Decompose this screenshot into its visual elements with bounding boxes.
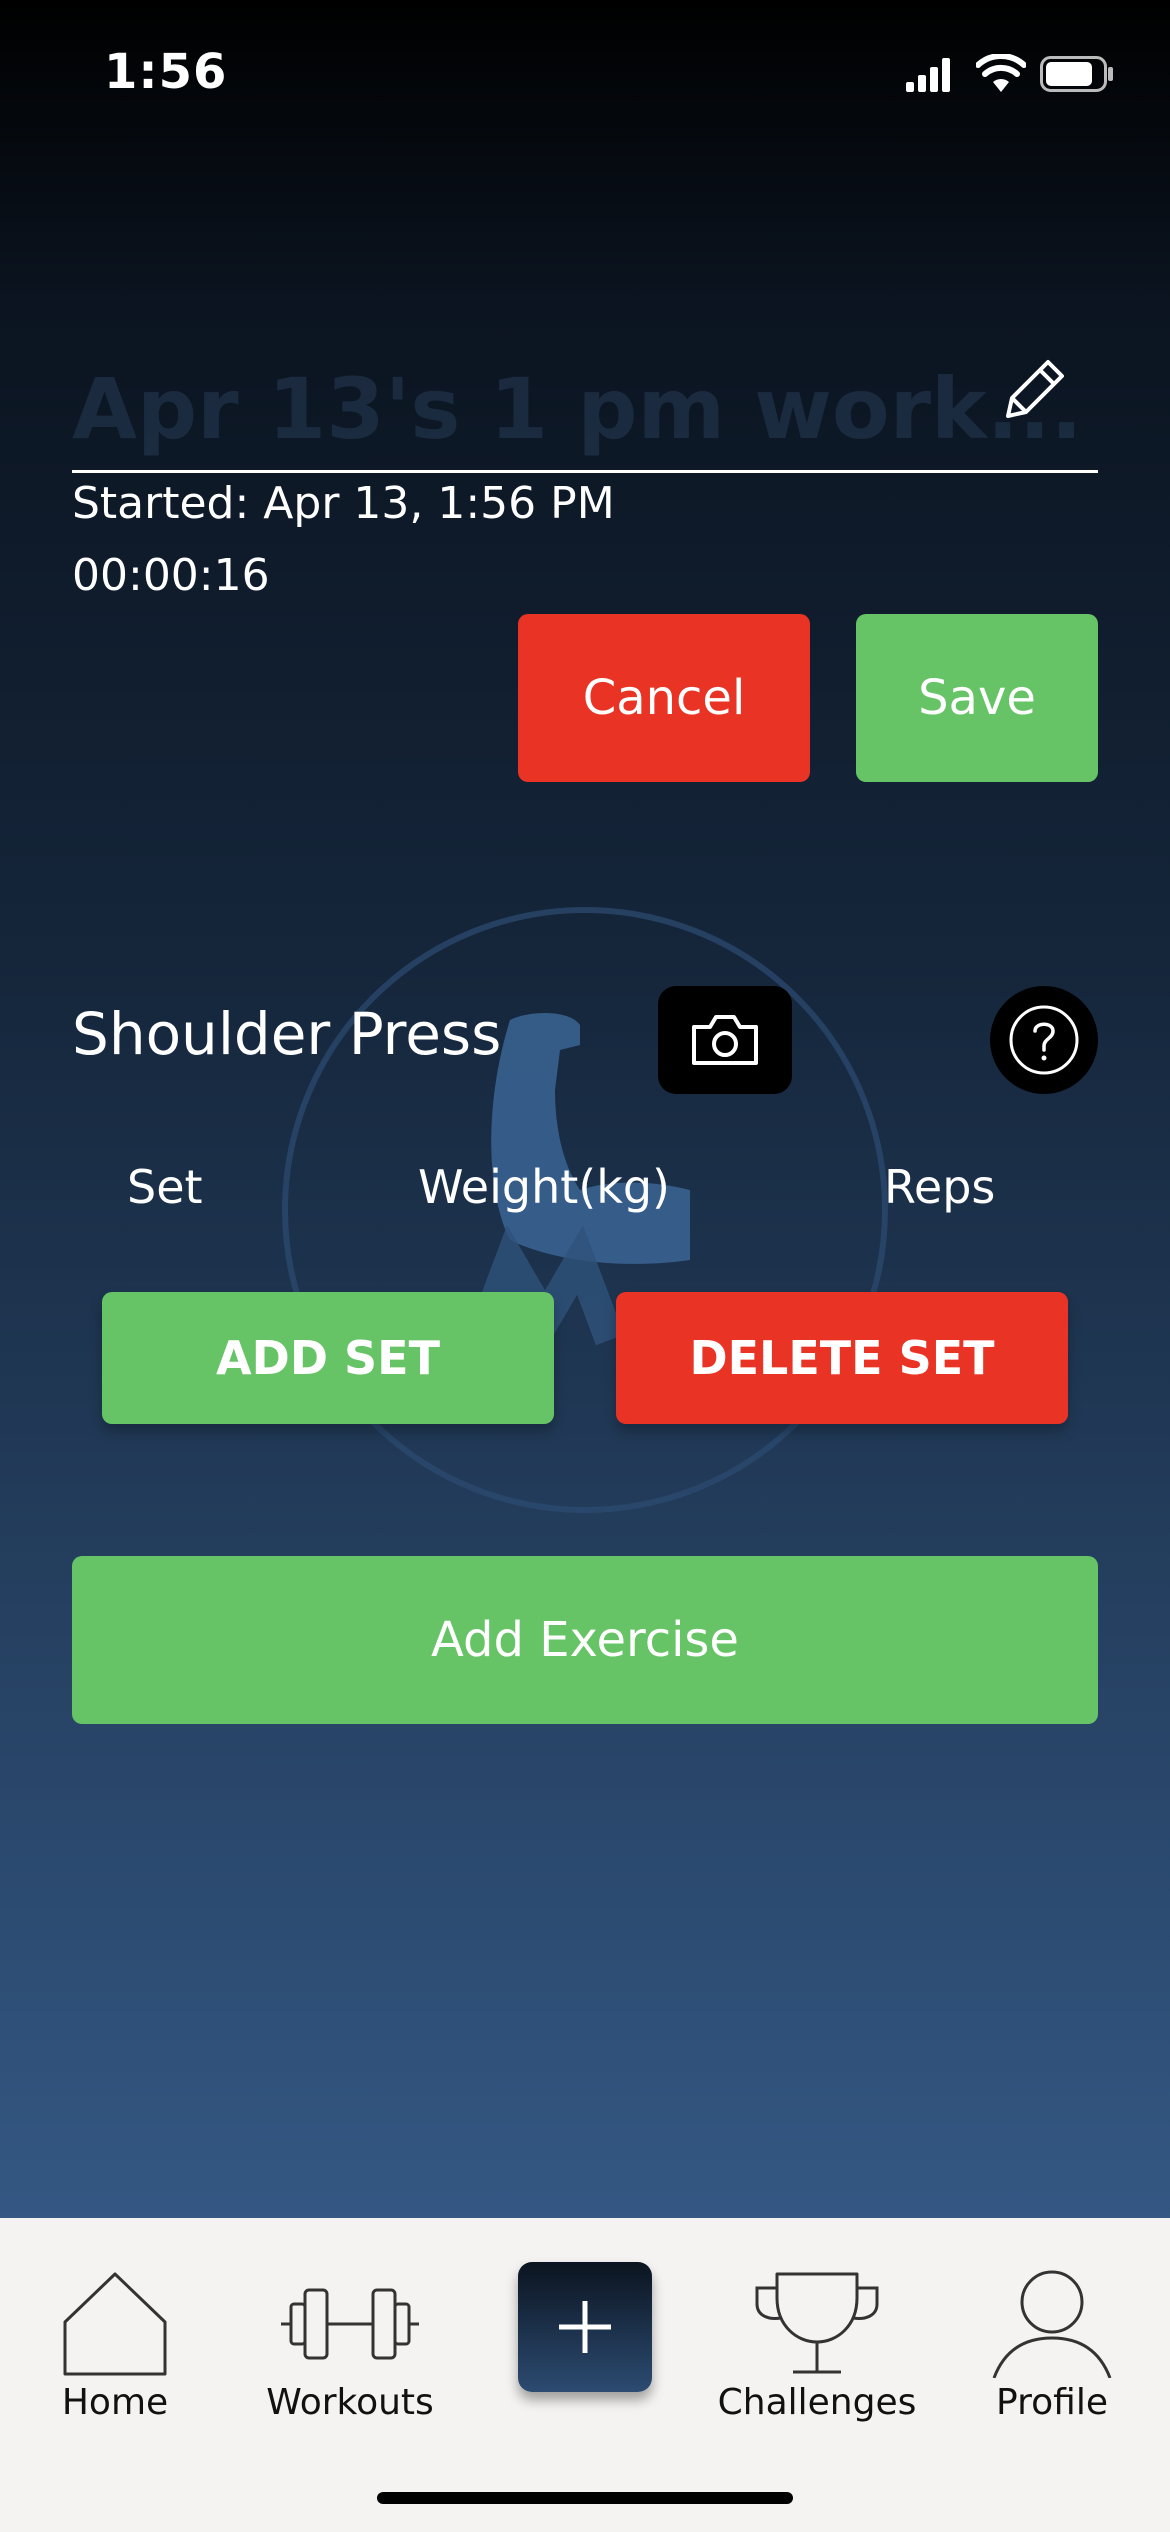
- trophy-icon: [755, 2272, 879, 2374]
- tab-challenges[interactable]: Challenges: [712, 2218, 922, 2458]
- wifi-icon: [976, 54, 1026, 92]
- tab-profile[interactable]: Profile: [972, 2218, 1132, 2458]
- tab-profile-label: Profile: [996, 2382, 1108, 2423]
- tab-challenges-label: Challenges: [717, 2382, 917, 2423]
- tab-workouts[interactable]: Workouts: [250, 2218, 450, 2458]
- column-header-weight: Weight(kg): [418, 1160, 670, 1214]
- tab-home-label: Home: [61, 2382, 169, 2423]
- workout-elapsed-timer: 00:00:16: [72, 550, 270, 601]
- exercise-name: Shoulder Press: [72, 1000, 502, 1068]
- start-workout-button[interactable]: [518, 2262, 652, 2392]
- tab-home[interactable]: Home: [40, 2218, 190, 2458]
- add-set-button[interactable]: ADD SET: [102, 1292, 554, 1424]
- person-icon: [992, 2270, 1112, 2378]
- question-mark-icon: [1009, 1005, 1079, 1075]
- home-icon: [63, 2272, 167, 2376]
- cellular-signal-icon: [906, 58, 950, 92]
- workout-title-field[interactable]: Apr 13's 1 pm work...: [72, 350, 1098, 473]
- help-button[interactable]: [990, 986, 1098, 1094]
- delete-set-button[interactable]: DELETE SET: [616, 1292, 1068, 1424]
- workout-start-time: Started: Apr 13, 1:56 PM: [72, 478, 615, 529]
- workout-title: Apr 13's 1 pm work...: [72, 360, 1083, 458]
- pencil-edit-icon[interactable]: [990, 350, 1074, 434]
- tab-workouts-label: Workouts: [266, 2382, 434, 2423]
- home-indicator: [377, 2492, 793, 2504]
- camera-icon: [692, 1015, 758, 1065]
- status-time: 1:56: [104, 44, 228, 100]
- column-header-reps: Reps: [884, 1160, 996, 1214]
- save-button[interactable]: Save: [856, 614, 1098, 782]
- cancel-button[interactable]: Cancel: [518, 614, 810, 782]
- camera-button[interactable]: [658, 986, 792, 1094]
- add-exercise-button[interactable]: Add Exercise: [72, 1556, 1098, 1724]
- battery-icon: [1040, 56, 1113, 92]
- plus-icon: [559, 2301, 611, 2353]
- column-header-set: Set: [127, 1160, 203, 1214]
- status-bar: 1:56: [0, 0, 1170, 140]
- dumbbell-icon: [281, 2288, 419, 2360]
